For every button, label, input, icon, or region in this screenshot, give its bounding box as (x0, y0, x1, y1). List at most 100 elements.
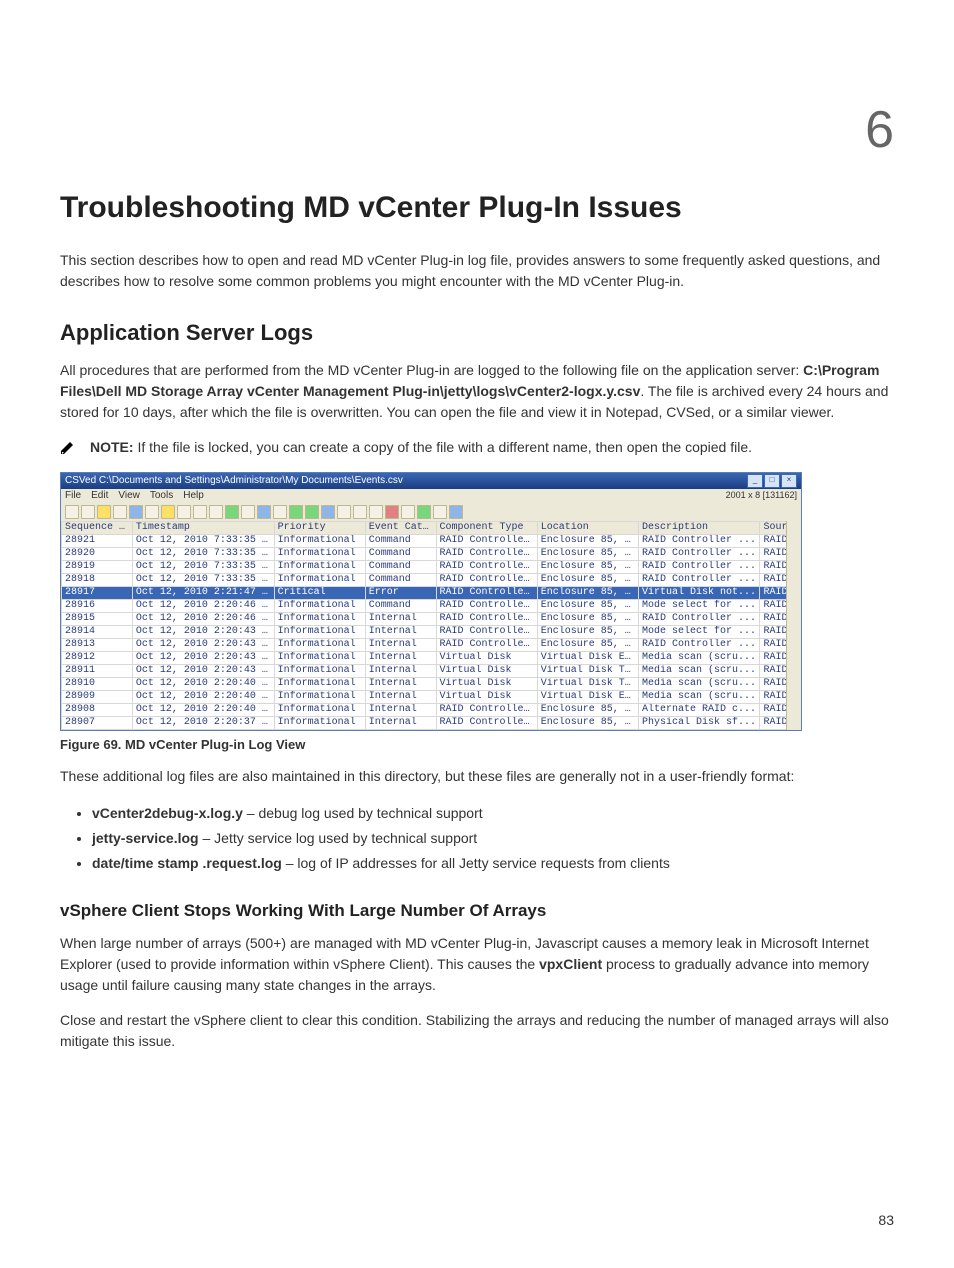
toolbar-button[interactable] (113, 505, 127, 519)
toolbar-button[interactable] (225, 505, 239, 519)
toolbar-button[interactable] (81, 505, 95, 519)
note-label: NOTE: (90, 439, 134, 455)
table-cell: RAID Controlle... (436, 535, 537, 548)
table-header-row: Sequence NumTimestampPriorityEvent Cate.… (62, 522, 801, 535)
toolbar-button[interactable] (369, 505, 383, 519)
close-button[interactable]: × (781, 474, 797, 488)
toolbar-button[interactable] (257, 505, 271, 519)
table-row[interactable]: 28921Oct 12, 2010 7:33:35 PMInformationa… (62, 535, 801, 548)
toolbar-button[interactable] (241, 505, 255, 519)
table-header-cell[interactable]: Component Type (436, 522, 537, 535)
toolbar-button[interactable] (209, 505, 223, 519)
table-row[interactable]: 28910Oct 12, 2010 2:20:40 PMInformationa… (62, 678, 801, 691)
table-cell: Internal (365, 652, 436, 665)
csved-table-wrap: Sequence NumTimestampPriorityEvent Cate.… (61, 521, 801, 730)
table-header-cell[interactable]: Location (537, 522, 638, 535)
table-row[interactable]: 28919Oct 12, 2010 7:33:35 PMInformationa… (62, 561, 801, 574)
table-cell: Virtual Disk (436, 652, 537, 665)
table-cell: Virtual Disk E... (537, 652, 638, 665)
table-cell: 28917 (62, 587, 133, 600)
table-cell: Informational (274, 613, 365, 626)
table-row[interactable]: 28916Oct 12, 2010 2:20:46 PMInformationa… (62, 600, 801, 613)
additional-log-paragraph: These additional log files are also main… (60, 766, 894, 787)
table-header-cell[interactable]: Sequence Num (62, 522, 133, 535)
toolbar-button[interactable] (321, 505, 335, 519)
table-row[interactable]: 28911Oct 12, 2010 2:20:43 PMInformationa… (62, 665, 801, 678)
table-cell: Enclosure 85, ... (537, 548, 638, 561)
table-cell: Oct 12, 2010 2:20:46 PM (132, 600, 274, 613)
toolbar-button[interactable] (273, 505, 287, 519)
table-cell: Oct 12, 2010 2:20:43 PM (132, 626, 274, 639)
menu-file[interactable]: File (65, 490, 81, 502)
toolbar-button[interactable] (337, 505, 351, 519)
note-body: NOTE: If the file is locked, you can cre… (90, 437, 894, 458)
table-cell: 28910 (62, 678, 133, 691)
table-cell: Oct 12, 2010 2:20:43 PM (132, 639, 274, 652)
table-cell: Internal (365, 678, 436, 691)
table-row[interactable]: 28913Oct 12, 2010 2:20:43 PMInformationa… (62, 639, 801, 652)
table-cell: Oct 12, 2010 2:20:43 PM (132, 652, 274, 665)
log-desc: – Jetty service log used by technical su… (199, 830, 478, 846)
toolbar-button[interactable] (289, 505, 303, 519)
table-row[interactable]: 28917Oct 12, 2010 2:21:47 PMCriticalErro… (62, 587, 801, 600)
table-row[interactable]: 28918Oct 12, 2010 7:33:35 PMInformationa… (62, 574, 801, 587)
note-text: If the file is locked, you can create a … (134, 439, 752, 455)
table-cell: Media scan (scru... (638, 665, 759, 678)
table-header-cell[interactable]: Description (638, 522, 759, 535)
table-cell: Informational (274, 691, 365, 704)
table-cell: Enclosure 85, ... (537, 574, 638, 587)
toolbar-button[interactable] (129, 505, 143, 519)
table-row[interactable]: 28912Oct 12, 2010 2:20:43 PMInformationa… (62, 652, 801, 665)
menu-help[interactable]: Help (183, 490, 204, 502)
table-cell: Oct 12, 2010 2:20:43 PM (132, 665, 274, 678)
table-cell: Virtual Disk T... (537, 678, 638, 691)
table-cell: Informational (274, 704, 365, 717)
table-row[interactable]: 28909Oct 12, 2010 2:20:40 PMInformationa… (62, 691, 801, 704)
toolbar-button[interactable] (145, 505, 159, 519)
table-row[interactable]: 28907Oct 12, 2010 2:20:37 PMInformationa… (62, 717, 801, 730)
table-cell: Internal (365, 691, 436, 704)
table-row[interactable]: 28908Oct 12, 2010 2:20:40 PMInformationa… (62, 704, 801, 717)
table-row[interactable]: 28914Oct 12, 2010 2:20:43 PMInformationa… (62, 626, 801, 639)
page-number: 83 (878, 1212, 894, 1228)
note-block: NOTE: If the file is locked, you can cre… (60, 437, 894, 458)
list-item: jetty-service.log – Jetty service log us… (92, 826, 894, 851)
vertical-scrollbar[interactable] (786, 521, 801, 730)
table-cell: 28907 (62, 717, 133, 730)
chapter-number: 6 (60, 100, 894, 160)
csved-status-text: 2001 x 8 [131162] (726, 490, 797, 502)
table-cell: 28916 (62, 600, 133, 613)
table-row[interactable]: 28920Oct 12, 2010 7:33:35 PMInformationa… (62, 548, 801, 561)
menu-edit[interactable]: Edit (91, 490, 108, 502)
table-cell: Internal (365, 639, 436, 652)
table-cell: Enclosure 85, ... (537, 535, 638, 548)
menu-tools[interactable]: Tools (150, 490, 173, 502)
table-cell: 28920 (62, 548, 133, 561)
toolbar-button[interactable] (305, 505, 319, 519)
maximize-button[interactable]: □ (764, 474, 780, 488)
table-cell: Mode select for ... (638, 626, 759, 639)
toolbar-button[interactable] (177, 505, 191, 519)
table-header-cell[interactable]: Timestamp (132, 522, 274, 535)
table-cell: Internal (365, 613, 436, 626)
section-app-server-logs: Application Server Logs (60, 320, 894, 346)
table-row[interactable]: 28915Oct 12, 2010 2:20:46 PMInformationa… (62, 613, 801, 626)
table-header-cell[interactable]: Priority (274, 522, 365, 535)
table-cell: Media scan (scru... (638, 678, 759, 691)
toolbar-button[interactable] (401, 505, 415, 519)
table-cell: Media scan (scru... (638, 691, 759, 704)
toolbar-button[interactable] (161, 505, 175, 519)
minimize-button[interactable]: _ (747, 474, 763, 488)
table-header-cell[interactable]: Event Cate... (365, 522, 436, 535)
toolbar-button[interactable] (97, 505, 111, 519)
toolbar-button[interactable] (353, 505, 367, 519)
figure-caption: Figure 69. MD vCenter Plug-in Log View (60, 737, 894, 752)
toolbar-button[interactable] (193, 505, 207, 519)
toolbar-button[interactable] (65, 505, 79, 519)
toolbar-button[interactable] (385, 505, 399, 519)
toolbar-button[interactable] (433, 505, 447, 519)
table-cell: Enclosure 85, ... (537, 704, 638, 717)
toolbar-button[interactable] (417, 505, 431, 519)
menu-view[interactable]: View (118, 490, 140, 502)
toolbar-button[interactable] (449, 505, 463, 519)
